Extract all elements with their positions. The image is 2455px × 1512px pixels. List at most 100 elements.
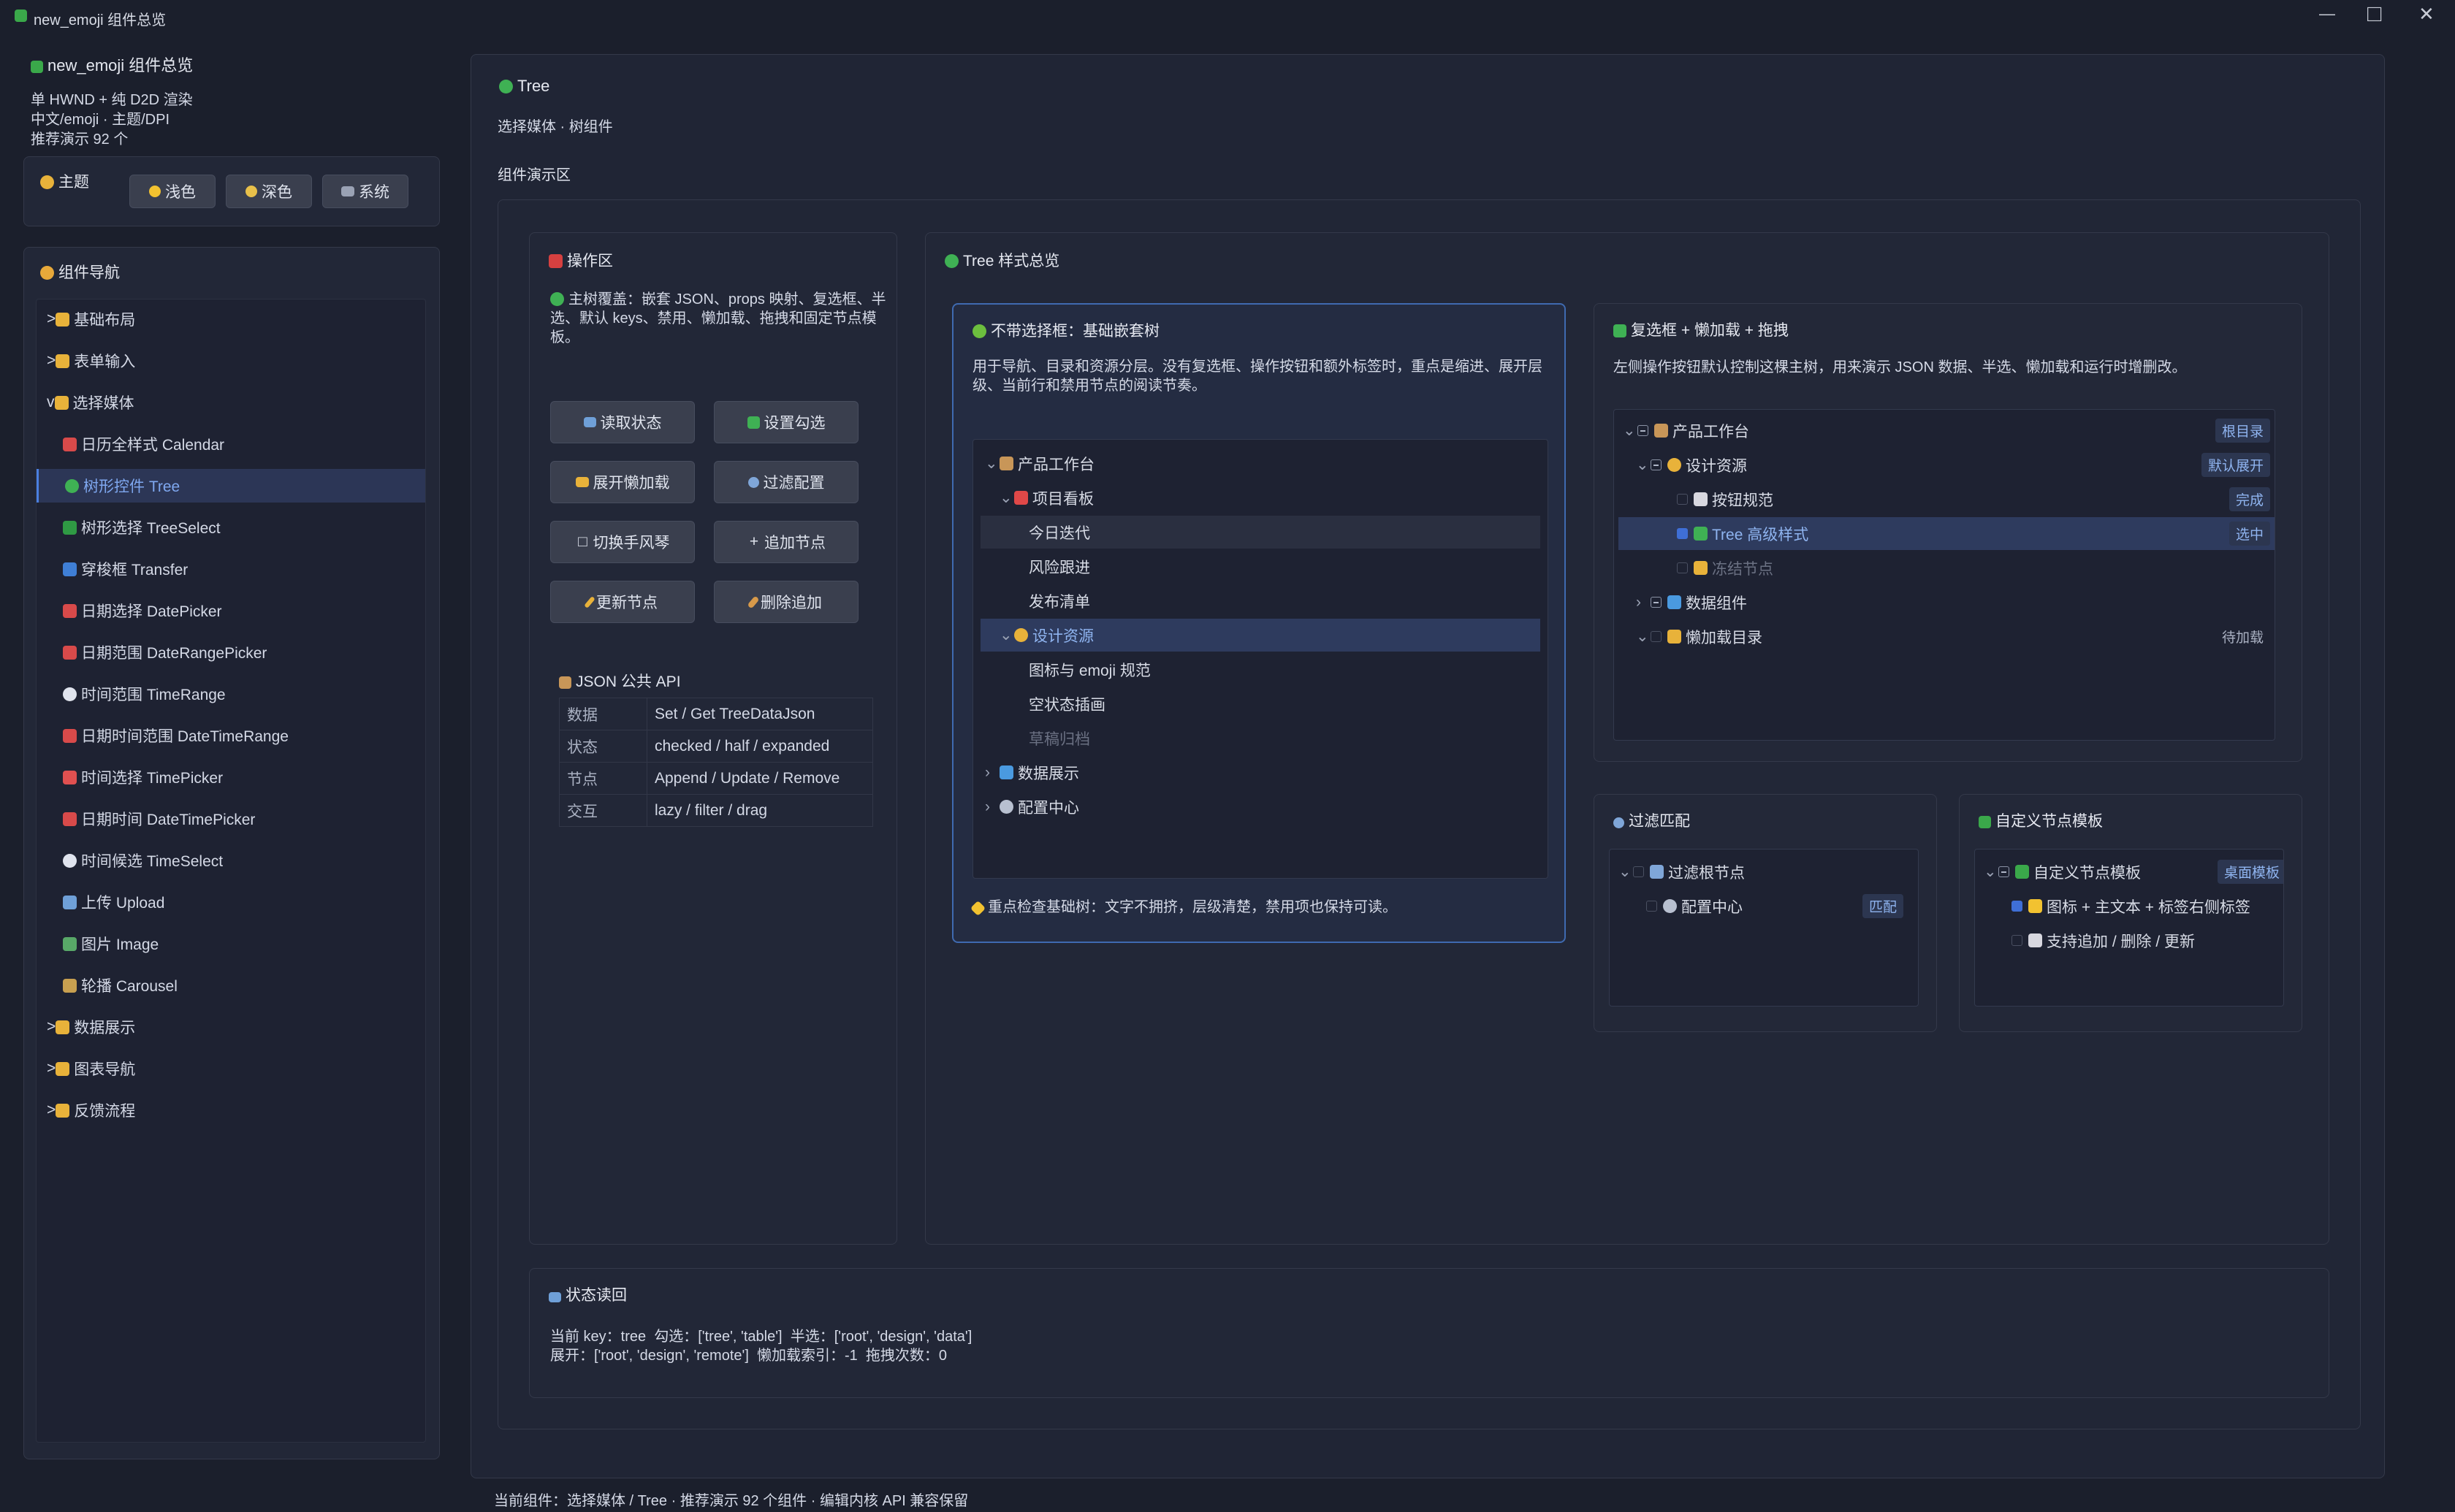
basic-tree-footer: 重点检查基础树：文字不拥挤，层级清楚，禁用项也保持可读。 (970, 895, 1397, 917)
theme-light-button[interactable]: 浅色 (129, 175, 216, 208)
append-node-button[interactable]: + 追加节点 (714, 521, 859, 563)
tree-node[interactable]: 按钮规范 完成 (1618, 483, 2275, 516)
tree-node[interactable]: 发布清单 (981, 584, 1540, 617)
picture-icon (63, 936, 77, 951)
tree-icon (945, 254, 959, 268)
calendar-icon (63, 728, 77, 743)
nav-item[interactable]: 穿梭框 Transfer (37, 552, 425, 586)
tree-node[interactable]: 图标 + 主文本 + 标签右侧标签 (1979, 890, 2283, 923)
filter-config-button[interactable]: 过滤配置 (714, 461, 859, 503)
basic-tree-desc: 用于导航、目录和资源分层。没有复选框、操作按钮和额外标签时，重点是缩进、展开层级… (973, 359, 1542, 394)
theme-dark-button[interactable]: 深色 (226, 175, 312, 208)
node-checkbox[interactable] (2011, 935, 2022, 946)
tree-node[interactable]: › 数据组件 (1618, 586, 2275, 619)
tree-node-label: 配置中心 (1018, 799, 1079, 817)
nav-item[interactable]: 日历全样式 Calendar (37, 427, 425, 461)
nav-item[interactable]: > 表单输入 (37, 344, 425, 378)
node-checkbox[interactable] (1651, 631, 1662, 642)
tree-node[interactable]: ⌄ 项目看板 (981, 481, 1540, 514)
inbox-icon (63, 895, 77, 909)
tree-node[interactable]: ⌄ 过滤根节点 (1614, 855, 1918, 888)
expand-lazy-button[interactable]: 展开懒加载 (550, 461, 695, 503)
hourglass-icon (1667, 630, 1681, 644)
nav-item-label: 日期范围 DateRangePicker (81, 645, 267, 662)
nav-item-label: 日期时间 DateTimePicker (81, 812, 256, 828)
node-checkbox[interactable] (1651, 459, 1662, 470)
toggle-accordion-button[interactable]: □ 切换手风琴 (550, 521, 695, 563)
nav-item[interactable]: 时间选择 TimePicker (37, 760, 425, 794)
nav-item[interactable]: 上传 Upload (37, 885, 425, 919)
nav-item[interactable]: 日期时间 DateTimePicker (37, 802, 425, 836)
node-checkbox[interactable] (1646, 901, 1657, 912)
nav-item[interactable]: 树形控件 Tree (37, 469, 425, 503)
tree-node[interactable]: ⌄ 设计资源 (981, 619, 1540, 652)
tree-node[interactable]: ⌄ 自定义节点模板 桌面模板 (1979, 855, 2283, 888)
nav-item[interactable]: 图片 Image (37, 927, 425, 961)
nav-item[interactable]: 日期时间范围 DateTimeRange (37, 719, 425, 752)
gear-icon (1000, 800, 1013, 814)
remove-append-button[interactable]: 删除追加 (714, 581, 859, 623)
tree-node[interactable]: › 配置中心 (981, 790, 1540, 823)
nav-item[interactable]: 时间候选 TimeSelect (37, 844, 425, 877)
search-icon (747, 476, 759, 488)
table-row: 节点 Append / Update / Remove (559, 762, 873, 795)
nav-item[interactable]: 时间范围 TimeRange (37, 677, 425, 711)
tree-node[interactable]: 空状态插画 (981, 687, 1540, 720)
window-title: new_emoji 组件总览 (34, 12, 167, 28)
node-checkbox[interactable] (1677, 562, 1688, 573)
tree-node[interactable]: › 数据展示 (981, 756, 1540, 789)
tree-node-label: 空状态插画 (1029, 696, 1105, 714)
tree-node[interactable]: ⌄ 设计资源 默认展开 (1618, 448, 2275, 481)
box-icon (1654, 424, 1668, 438)
tree-node[interactable]: 风险跟进 (981, 550, 1540, 583)
ops-desc: 主树覆盖：嵌套 JSON、props 映射、复选框、半选、默认 keys、禁用、… (550, 291, 886, 345)
tree-node[interactable]: Tree 高级样式 选中 (1618, 517, 2275, 550)
nav-item-label: 表单输入 (74, 354, 136, 370)
node-tag: 选中 (2228, 522, 2270, 546)
tree-node[interactable]: ⌄ 产品工作台 (981, 447, 1540, 480)
node-checkbox[interactable] (1998, 866, 2009, 877)
tree-node[interactable]: 配置中心 匹配 (1614, 890, 1918, 923)
tree-node[interactable]: ⌄ 懒加载目录 待加载 (1618, 620, 2275, 653)
title-bar: new_emoji 组件总览 — □ ✕ (0, 0, 2455, 32)
nav-item[interactable]: > 反馈流程 (37, 1093, 425, 1127)
update-node-button[interactable]: 更新节点 (550, 581, 695, 623)
tree-node-label: 数据展示 (1018, 765, 1079, 782)
palette-icon (1667, 458, 1681, 472)
read-state-button[interactable]: 读取状态 (550, 401, 695, 443)
nav-item[interactable]: > 数据展示 (37, 1010, 425, 1044)
nav-arrow-icon: > (47, 1018, 56, 1035)
tree-node-label: 数据组件 (1686, 595, 1747, 612)
tree-node[interactable]: 图标与 emoji 规范 (981, 653, 1540, 686)
search-icon (1613, 817, 1624, 828)
node-checkbox[interactable] (1637, 425, 1648, 436)
node-checkbox[interactable] (1677, 528, 1688, 539)
minimize-button[interactable]: — (2319, 4, 2335, 23)
nav-item[interactable]: v 选择媒体 (37, 386, 425, 419)
table-row: 交互 lazy / filter / drag (559, 794, 873, 827)
node-checkbox[interactable] (1677, 494, 1688, 505)
tree-node-label: 冻结节点 (1712, 560, 1773, 578)
nav-item[interactable]: > 基础布局 (37, 302, 425, 336)
chevron-down-icon: ⌄ (1000, 627, 1013, 644)
nav-item[interactable]: > 图表导航 (37, 1052, 425, 1085)
node-checkbox[interactable] (2011, 901, 2022, 912)
tree-node-label: 今日迭代 (1029, 524, 1090, 542)
tree-node[interactable]: 支持追加 / 删除 / 更新 (1979, 924, 2283, 957)
theme-system-button[interactable]: 系统 (322, 175, 408, 208)
tree-node[interactable]: 今日迭代 (981, 516, 1540, 549)
nav-item[interactable]: 日期范围 DateRangePicker (37, 635, 425, 669)
maximize-button[interactable]: □ (2367, 0, 2381, 27)
set-checked-button[interactable]: 设置勾选 (714, 401, 859, 443)
nav-item[interactable]: 日期选择 DatePicker (37, 594, 425, 627)
nav-item[interactable]: 树形选择 TreeSelect (37, 511, 425, 544)
nav-arrow-icon: > (47, 1101, 56, 1118)
tree-node[interactable]: ⌄ 产品工作台 根目录 (1618, 414, 2275, 447)
close-button[interactable]: ✕ (2418, 3, 2435, 26)
puzzle-icon (1979, 816, 1991, 828)
seedling-icon (973, 324, 986, 338)
node-checkbox[interactable] (1633, 866, 1644, 877)
nav-item[interactable]: 轮播 Carousel (37, 969, 425, 1002)
theme-panel: 主题 浅色 深色 系统 (23, 156, 440, 226)
node-checkbox[interactable] (1651, 597, 1662, 608)
